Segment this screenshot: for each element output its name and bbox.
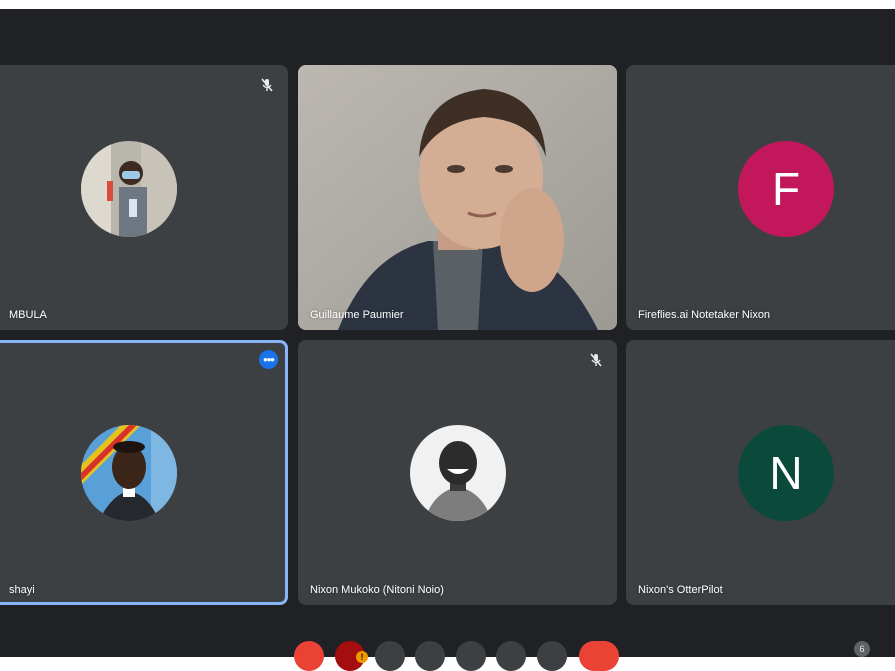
participant-avatar bbox=[81, 141, 177, 237]
participant-name: Guillaume Paumier bbox=[310, 309, 404, 321]
participant-name: Nixon Mukoko (Nitoni Noio) bbox=[310, 584, 444, 596]
participant-video-tile[interactable]: Guillaume Paumier bbox=[298, 65, 617, 330]
warning-badge: ! bbox=[356, 651, 368, 663]
participant-tile[interactable]: MBULA bbox=[0, 65, 288, 330]
reactions-button[interactable] bbox=[415, 641, 445, 671]
participant-tile[interactable]: F Fireflies.ai Notetaker Nixon bbox=[626, 65, 895, 330]
raise-hand-button[interactable] bbox=[496, 641, 526, 671]
present-button[interactable] bbox=[456, 641, 486, 671]
participant-name: shayi bbox=[9, 584, 35, 596]
meeting-grid: MBULA Guillaume Paumier F Fireflies.ai N… bbox=[0, 9, 895, 657]
more-options-button[interactable] bbox=[537, 641, 567, 671]
avatar-letter: F bbox=[771, 163, 801, 215]
participant-tile[interactable]: Nixon Mukoko (Nitoni Noio) bbox=[298, 340, 617, 605]
mic-button[interactable] bbox=[294, 641, 324, 671]
participant-avatar: F bbox=[738, 141, 834, 237]
participant-avatar bbox=[81, 425, 177, 521]
captions-button[interactable] bbox=[375, 641, 405, 671]
mic-off-icon bbox=[587, 351, 605, 369]
mic-off-icon bbox=[258, 76, 276, 94]
participant-name: MBULA bbox=[9, 309, 47, 321]
more-options-icon[interactable]: ••• bbox=[259, 350, 278, 369]
avatar-letter: N bbox=[769, 447, 803, 499]
participant-count-badge: 6 bbox=[854, 641, 870, 657]
participant-name: Nixon's OtterPilot bbox=[638, 584, 723, 596]
participant-avatar: N bbox=[738, 425, 834, 521]
participant-name: Fireflies.ai Notetaker Nixon bbox=[638, 309, 771, 321]
participant-tile[interactable]: N Nixon's OtterPilot bbox=[626, 340, 895, 605]
participant-video bbox=[298, 65, 617, 330]
participant-tile-active[interactable]: ••• shayi bbox=[0, 340, 288, 605]
participant-avatar bbox=[409, 424, 506, 521]
leave-call-button[interactable] bbox=[579, 641, 619, 671]
